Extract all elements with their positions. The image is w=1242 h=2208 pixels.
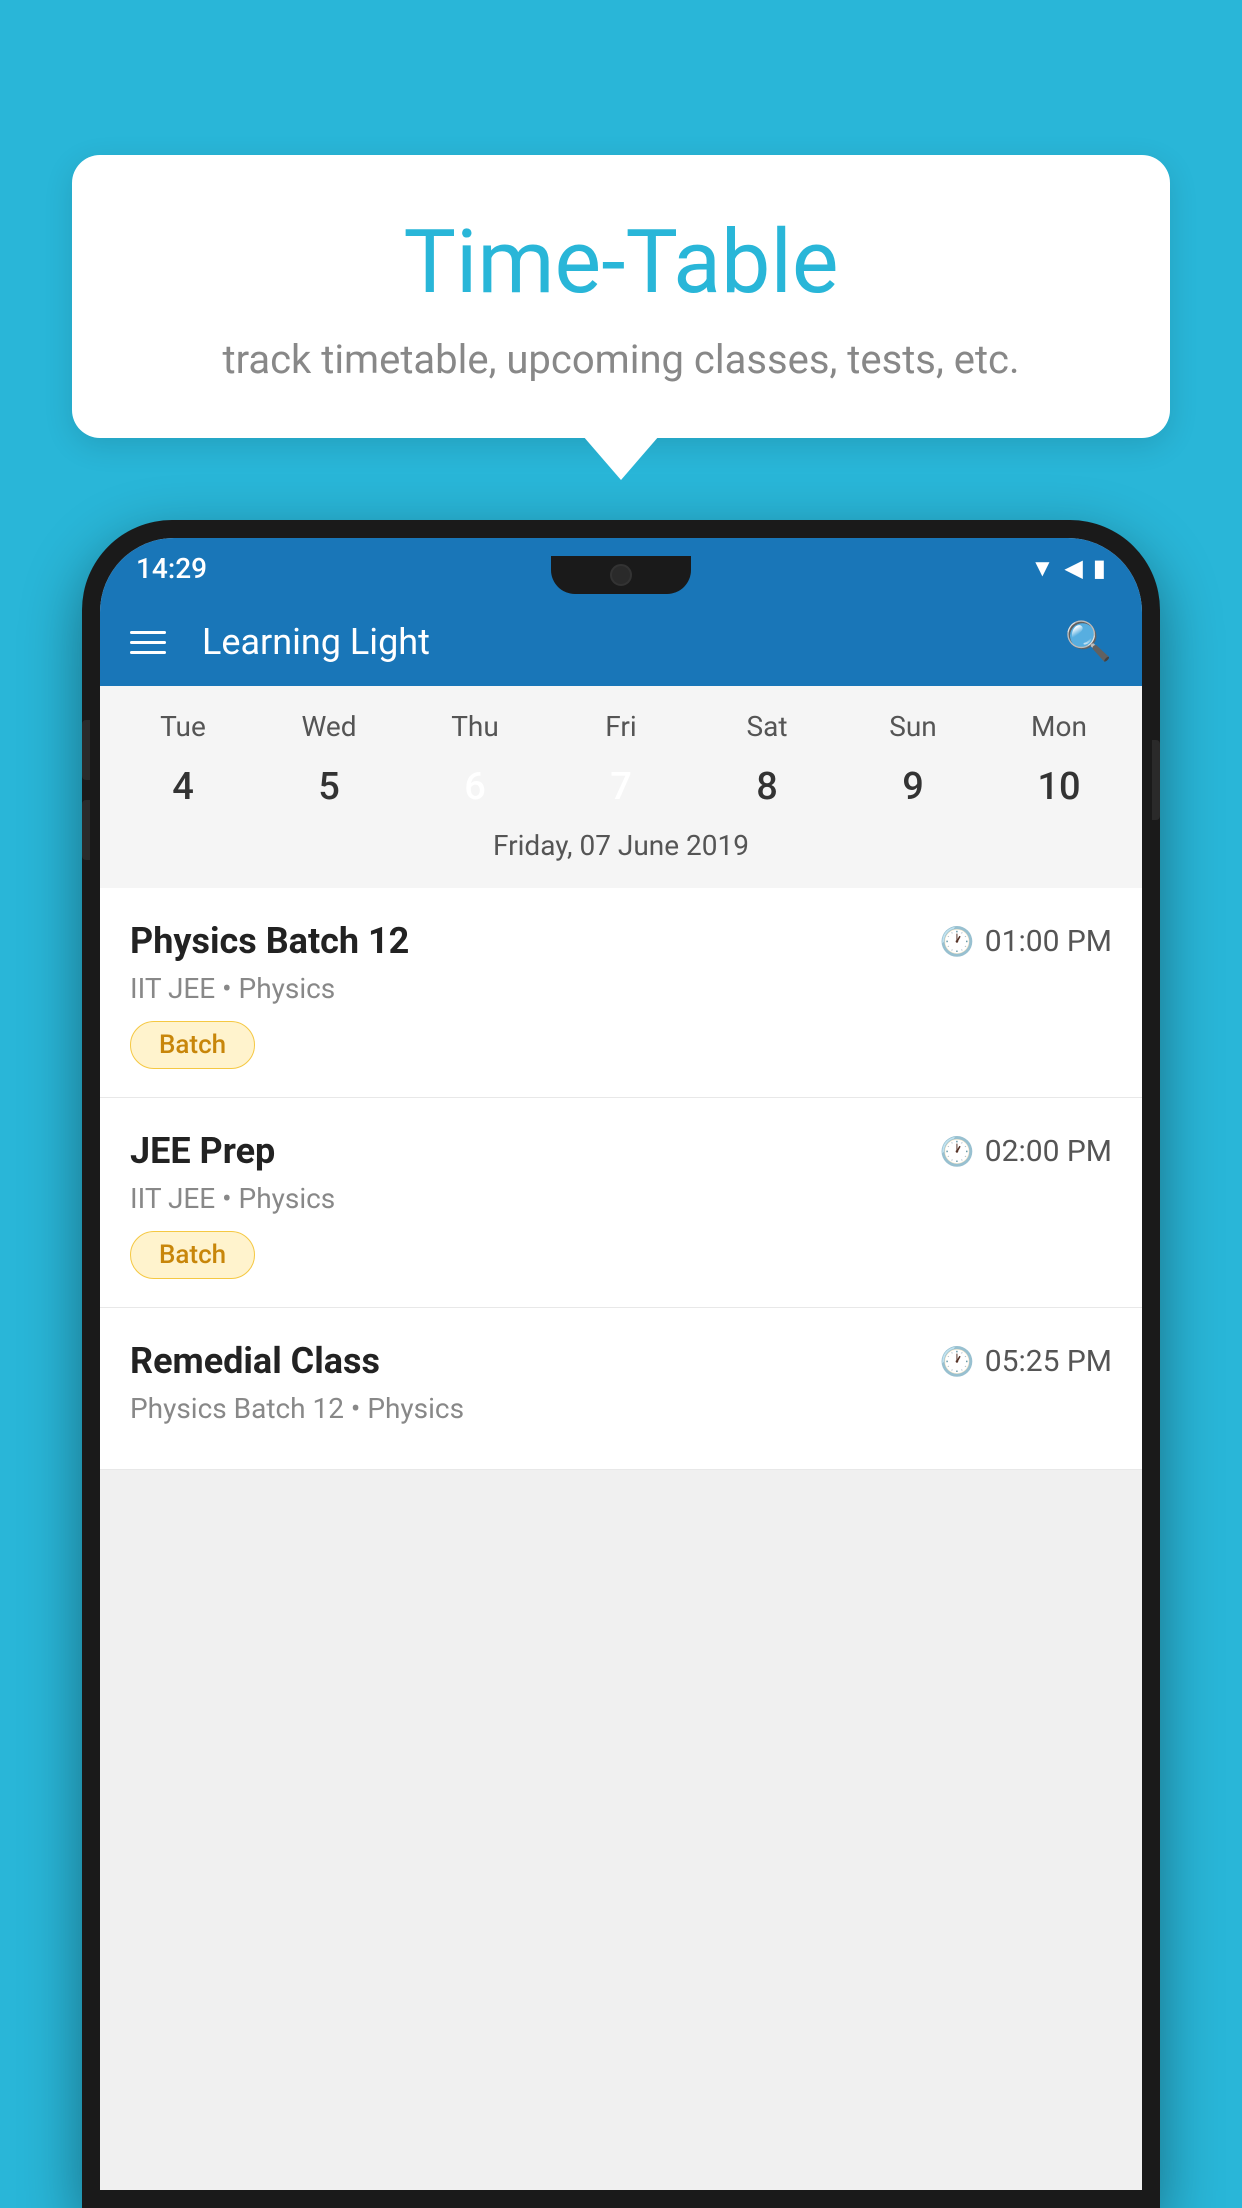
schedule-item-2[interactable]: JEE Prep 🕐 02:00 PM IIT JEE • Physics Ba… (100, 1098, 1142, 1308)
vol-down-button (82, 800, 90, 860)
power-button (1152, 740, 1160, 820)
batch-badge-1: Batch (130, 1021, 255, 1069)
schedule-item-2-header: JEE Prep 🕐 02:00 PM (130, 1130, 1112, 1172)
clock-icon-2: 🕐 (940, 1135, 975, 1168)
schedule-item-2-subtitle: IIT JEE • Physics (130, 1182, 1112, 1215)
day-headers: Tue Wed Thu Fri Sat Sun Mon (100, 704, 1142, 749)
speech-bubble: Time-Table track timetable, upcoming cla… (72, 155, 1170, 438)
calendar-strip: Tue Wed Thu Fri Sat Sun Mon 4 5 6 7 8 9 … (100, 686, 1142, 888)
day-header-sun: Sun (840, 704, 986, 749)
day-header-mon: Mon (986, 704, 1132, 749)
day-8[interactable]: 8 (694, 755, 840, 819)
status-icons: ▼ ◀ ▮ (1031, 554, 1106, 583)
day-numbers: 4 5 6 7 8 9 10 (100, 755, 1142, 819)
day-header-tue: Tue (110, 704, 256, 749)
day-7-selected[interactable]: 7 (548, 755, 694, 819)
schedule-item-3-time: 🕐 05:25 PM (940, 1344, 1112, 1379)
day-header-sat: Sat (694, 704, 840, 749)
schedule-item-1-time: 🕐 01:00 PM (940, 924, 1112, 959)
day-6-today[interactable]: 6 (402, 755, 548, 819)
day-10[interactable]: 10 (986, 755, 1132, 819)
schedule-item-3-header: Remedial Class 🕐 05:25 PM (130, 1340, 1112, 1382)
battery-icon: ▮ (1093, 554, 1106, 582)
schedule-item-2-title: JEE Prep (130, 1130, 275, 1172)
selected-date-label: Friday, 07 June 2019 (100, 819, 1142, 876)
schedule-list: Physics Batch 12 🕐 01:00 PM IIT JEE • Ph… (100, 888, 1142, 1470)
vol-up-button (82, 720, 90, 780)
day-5[interactable]: 5 (256, 755, 402, 819)
clock-icon-1: 🕐 (940, 925, 975, 958)
wifi-icon: ▼ (1031, 554, 1055, 583)
phone-shell: 14:29 ▼ ◀ ▮ Learning Light 🔍 Tue Wed Thu (82, 520, 1160, 2208)
signal-icon: ◀ (1064, 554, 1082, 582)
bubble-subtitle: track timetable, upcoming classes, tests… (122, 336, 1120, 383)
schedule-item-1-subtitle: IIT JEE • Physics (130, 972, 1112, 1005)
bubble-title: Time-Table (122, 215, 1120, 312)
schedule-item-3-title: Remedial Class (130, 1340, 380, 1382)
schedule-item-3[interactable]: Remedial Class 🕐 05:25 PM Physics Batch … (100, 1308, 1142, 1470)
day-header-thu: Thu (402, 704, 548, 749)
menu-button[interactable] (130, 631, 166, 654)
schedule-item-1-header: Physics Batch 12 🕐 01:00 PM (130, 920, 1112, 962)
day-4[interactable]: 4 (110, 755, 256, 819)
app-bar: Learning Light 🔍 (100, 598, 1142, 686)
batch-badge-2: Batch (130, 1231, 255, 1279)
phone-screen: 14:29 ▼ ◀ ▮ Learning Light 🔍 Tue Wed Thu (100, 538, 1142, 2190)
schedule-item-2-time: 🕐 02:00 PM (940, 1134, 1112, 1169)
clock-icon-3: 🕐 (940, 1345, 975, 1378)
phone-notch (551, 556, 691, 594)
front-camera (610, 564, 632, 586)
status-time: 14:29 (136, 552, 207, 585)
schedule-item-3-subtitle: Physics Batch 12 • Physics (130, 1392, 1112, 1425)
day-header-fri: Fri (548, 704, 694, 749)
search-icon[interactable]: 🔍 (1065, 620, 1112, 664)
schedule-item-1-title: Physics Batch 12 (130, 920, 409, 962)
schedule-item-1[interactable]: Physics Batch 12 🕐 01:00 PM IIT JEE • Ph… (100, 888, 1142, 1098)
day-9[interactable]: 9 (840, 755, 986, 819)
day-header-wed: Wed (256, 704, 402, 749)
app-title: Learning Light (202, 621, 1037, 663)
